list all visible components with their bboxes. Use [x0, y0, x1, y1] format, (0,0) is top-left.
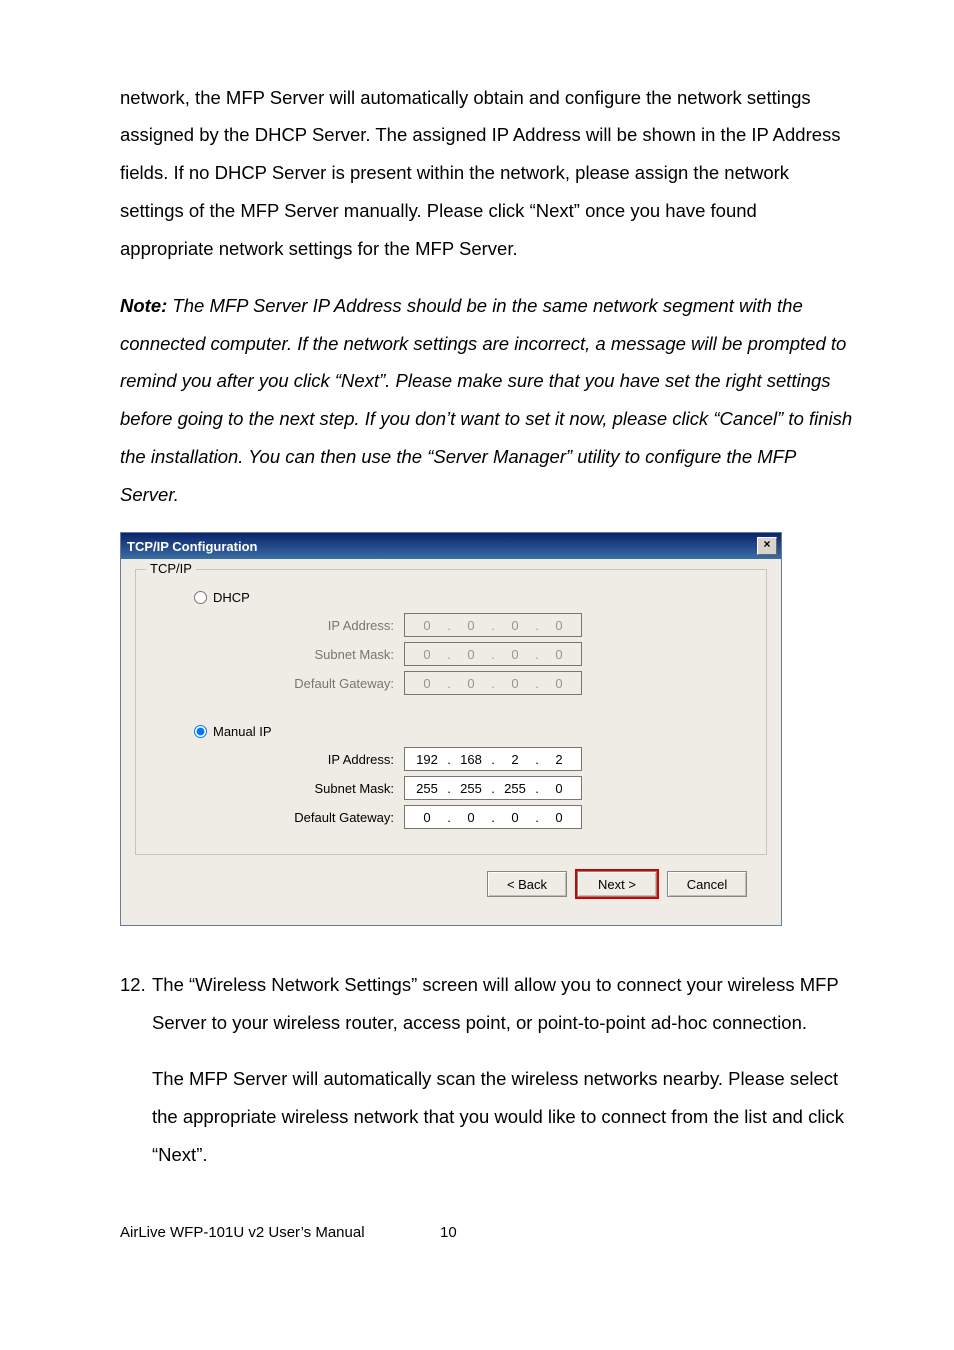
ip-dot: . — [489, 647, 497, 662]
radio-dhcp[interactable] — [194, 591, 207, 604]
ip-dot: . — [489, 676, 497, 691]
tcpip-dialog: TCP/IP Configuration × TCP/IP DHCP IP Ad… — [120, 532, 782, 926]
close-icon[interactable]: × — [757, 537, 777, 555]
man-mask-label: Subnet Mask: — [154, 781, 404, 796]
note-label: Note: — [120, 295, 167, 316]
cancel-button[interactable]: Cancel — [667, 871, 747, 897]
man-mask-field[interactable]: 255. 255. 255. 0 — [404, 776, 582, 800]
ip-dot: . — [489, 810, 497, 825]
ip-dot: . — [533, 810, 541, 825]
ip-octet: 0 — [541, 781, 577, 796]
man-ip-label: IP Address: — [154, 752, 404, 767]
page-footer: AirLive WFP-101U v2 User’s Manual 10 — [120, 1224, 854, 1241]
ip-octet: 0 — [497, 647, 533, 662]
dhcp-gw-field: 0. 0. 0. 0 — [404, 671, 582, 695]
ip-dot: . — [533, 647, 541, 662]
ip-dot: . — [445, 752, 453, 767]
next-button[interactable]: Next > — [577, 871, 657, 897]
group-legend: TCP/IP — [146, 561, 196, 576]
ip-octet: 2 — [541, 752, 577, 767]
ip-octet: 0 — [453, 810, 489, 825]
step-number: 12. — [120, 966, 152, 1042]
dhcp-mask-label: Subnet Mask: — [154, 647, 404, 662]
note-paragraph: Note: The MFP Server IP Address should b… — [120, 287, 854, 515]
ip-octet: 255 — [497, 781, 533, 796]
ip-octet: 0 — [409, 647, 445, 662]
ip-dot: . — [445, 676, 453, 691]
dialog-body: TCP/IP DHCP IP Address: 0. 0. 0. 0 — [121, 559, 781, 925]
ip-dot: . — [489, 752, 497, 767]
footer-manual-title: AirLive WFP-101U v2 User’s Manual — [120, 1224, 440, 1241]
dialog-title: TCP/IP Configuration — [127, 539, 257, 554]
ip-octet: 0 — [453, 676, 489, 691]
man-gw-field[interactable]: 0. 0. 0. 0 — [404, 805, 582, 829]
ip-octet: 192 — [409, 752, 445, 767]
back-button[interactable]: < Back — [487, 871, 567, 897]
ip-dot: . — [533, 676, 541, 691]
dhcp-ip-label: IP Address: — [154, 618, 404, 633]
ip-octet: 0 — [453, 647, 489, 662]
paragraph-1: network, the MFP Server will automatical… — [120, 79, 854, 269]
ip-dot: . — [445, 781, 453, 796]
ip-octet: 0 — [497, 810, 533, 825]
radio-manual-label: Manual IP — [213, 724, 272, 739]
radio-manual-row[interactable]: Manual IP — [194, 724, 748, 739]
ip-octet: 0 — [497, 676, 533, 691]
dialog-button-row: < Back Next > Cancel — [135, 855, 767, 911]
man-ip-field[interactable]: 192. 168. 2. 2 — [404, 747, 582, 771]
tcpip-groupbox: TCP/IP DHCP IP Address: 0. 0. 0. 0 — [135, 569, 767, 855]
radio-dhcp-label: DHCP — [213, 590, 250, 605]
ip-dot: . — [533, 781, 541, 796]
ip-octet: 168 — [453, 752, 489, 767]
man-gw-label: Default Gateway: — [154, 810, 404, 825]
ip-octet: 0 — [409, 676, 445, 691]
ip-dot: . — [533, 752, 541, 767]
ip-octet: 0 — [453, 618, 489, 633]
footer-page-number: 10 — [440, 1224, 457, 1241]
dialog-titlebar: TCP/IP Configuration × — [121, 533, 781, 559]
ip-octet: 0 — [541, 618, 577, 633]
step-12: 12. The “Wireless Network Settings” scre… — [120, 966, 854, 1042]
note-body: The MFP Server IP Address should be in t… — [120, 295, 852, 506]
ip-dot: . — [445, 647, 453, 662]
ip-octet: 0 — [541, 810, 577, 825]
dhcp-ip-field: 0. 0. 0. 0 — [404, 613, 582, 637]
ip-dot: . — [533, 618, 541, 633]
ip-octet: 0 — [409, 810, 445, 825]
step-12-continuation: The MFP Server will automatically scan t… — [152, 1060, 854, 1174]
ip-dot: . — [489, 781, 497, 796]
ip-octet: 255 — [409, 781, 445, 796]
step-12-text: The “Wireless Network Settings” screen w… — [152, 966, 854, 1042]
radio-manual[interactable] — [194, 725, 207, 738]
ip-octet: 0 — [541, 676, 577, 691]
dhcp-gw-label: Default Gateway: — [154, 676, 404, 691]
ip-octet: 0 — [541, 647, 577, 662]
ip-octet: 255 — [453, 781, 489, 796]
ip-dot: . — [445, 618, 453, 633]
ip-dot: . — [489, 618, 497, 633]
ip-octet: 0 — [497, 618, 533, 633]
ip-dot: . — [445, 810, 453, 825]
dhcp-mask-field: 0. 0. 0. 0 — [404, 642, 582, 666]
ip-octet: 0 — [409, 618, 445, 633]
ip-octet: 2 — [497, 752, 533, 767]
radio-dhcp-row[interactable]: DHCP — [194, 590, 748, 605]
